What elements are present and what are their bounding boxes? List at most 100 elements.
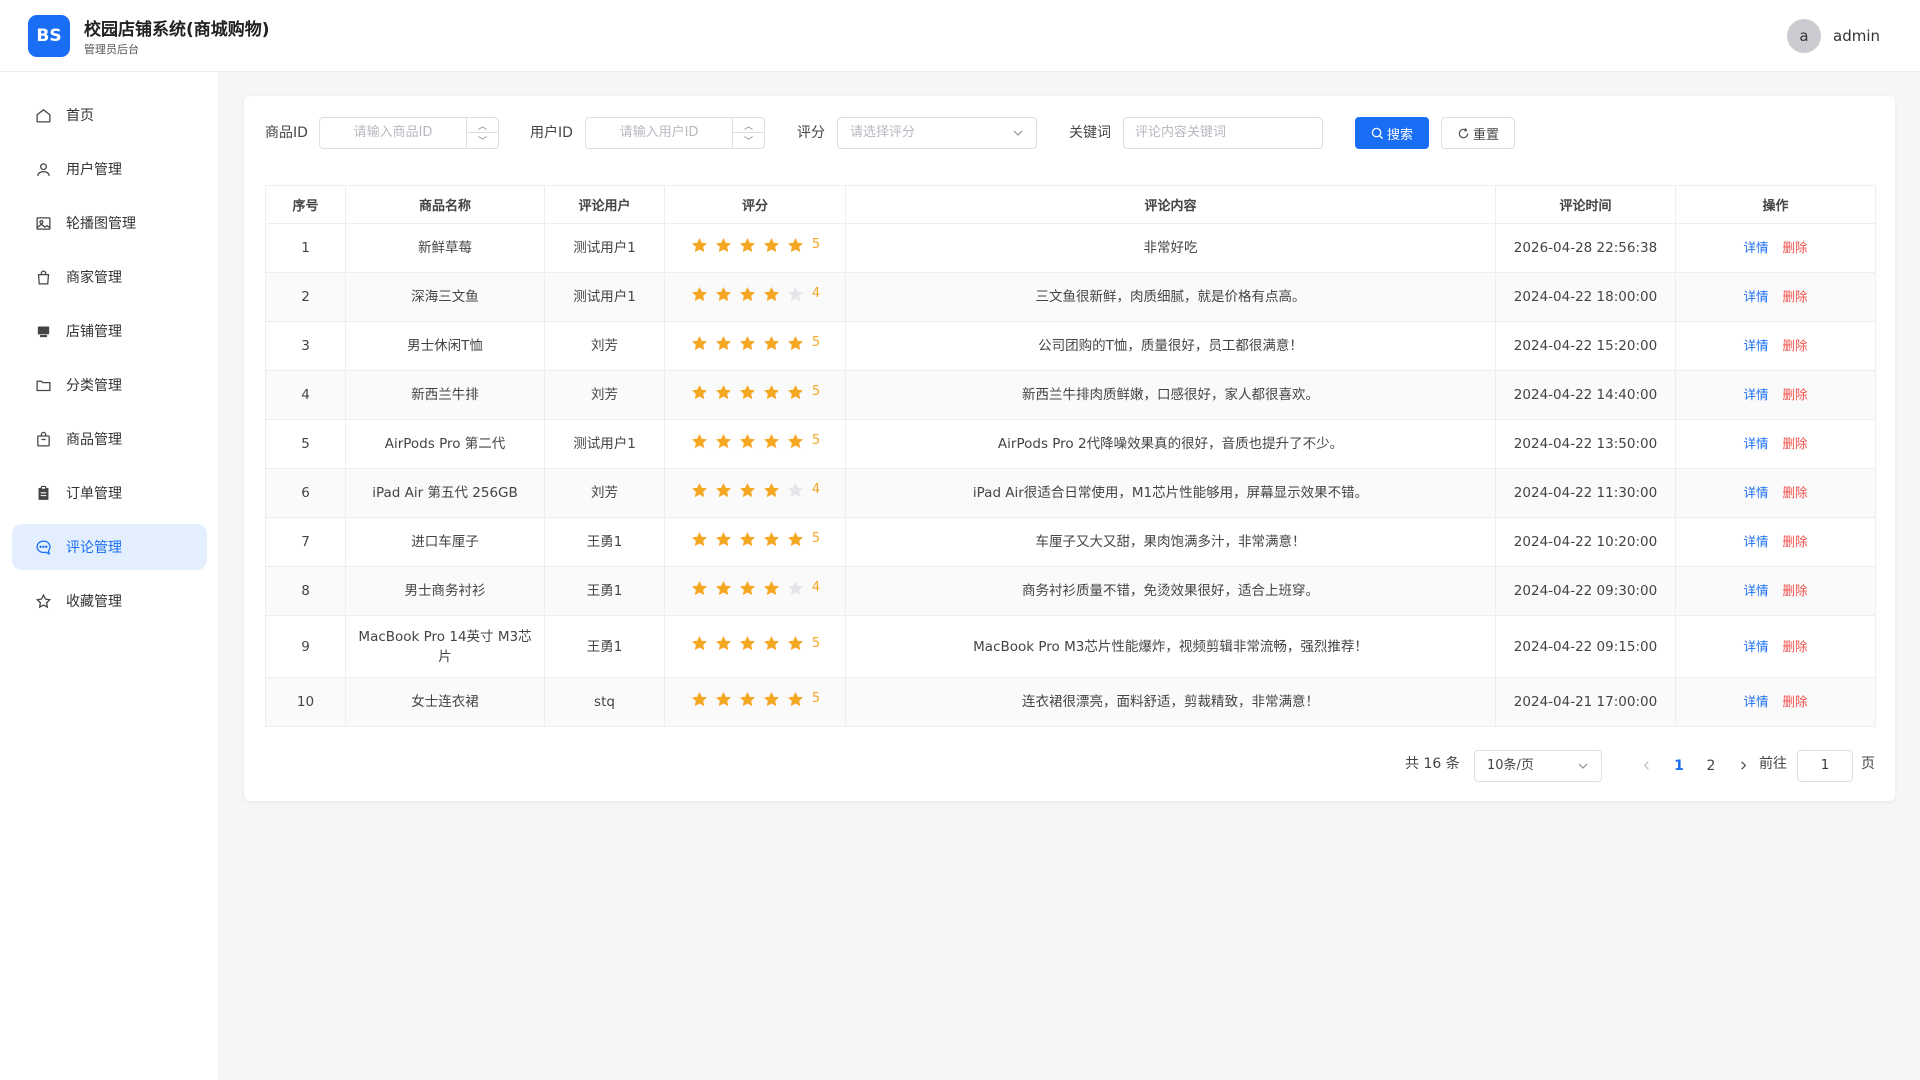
cell-time: 2024-04-22 15:20:00	[1495, 321, 1676, 371]
reset-button[interactable]: 重置	[1441, 117, 1515, 149]
column-header: 评论时间	[1495, 185, 1676, 224]
star-icon	[715, 433, 731, 448]
goto-page-input[interactable]: 1	[1797, 750, 1853, 782]
star-icon	[763, 286, 779, 301]
detail-link[interactable]: 详情	[1743, 436, 1768, 451]
goto-label: 前往	[1759, 756, 1787, 772]
product-id-input[interactable]: 请输入商品ID ︿ ﹀	[319, 117, 499, 149]
user-id-stepper[interactable]: ︿ ﹀	[732, 118, 764, 148]
cell-actions: 详情 删除	[1675, 517, 1876, 567]
sidebar-item-stores[interactable]: 店铺管理	[12, 308, 207, 354]
rating-stars: 4	[690, 578, 820, 598]
cell-user: 测试用户1	[544, 223, 665, 273]
detail-link[interactable]: 详情	[1743, 583, 1768, 598]
star-icon	[787, 691, 803, 706]
chevron-down-icon	[1578, 763, 1588, 769]
delete-link[interactable]: 删除	[1783, 289, 1808, 304]
user-id-input[interactable]: 请输入用户ID ︿ ﹀	[585, 117, 765, 149]
sidebar-item-orders[interactable]: 订单管理	[12, 470, 207, 516]
detail-link[interactable]: 详情	[1743, 289, 1768, 304]
delete-link[interactable]: 删除	[1783, 583, 1808, 598]
star-icon	[763, 384, 779, 399]
goods-icon	[34, 430, 52, 448]
rating-stars: 5	[690, 634, 820, 654]
star-icon	[715, 636, 731, 651]
delete-link[interactable]: 删除	[1783, 639, 1808, 654]
delete-link[interactable]: 删除	[1783, 387, 1808, 402]
user-menu[interactable]: a admin	[1787, 19, 1880, 53]
sidebar-item-label: 分类管理	[66, 378, 122, 394]
avatar[interactable]: a	[1787, 19, 1821, 53]
star-icon	[787, 482, 803, 497]
sidebar-item-home[interactable]: 首页	[12, 92, 207, 138]
comments-table: 序号 商品名称 评论用户 评分 评论内容 评论时间 操作 1 新鲜草莓 测试用户1 5…	[265, 185, 1876, 727]
chevron-up-icon[interactable]: ︿	[733, 118, 764, 133]
chevron-down-icon[interactable]: ﹀	[733, 133, 764, 148]
table-row: 9 MacBook Pro 14英寸 M3芯片 王勇1 5 MacBook Pro M3…	[265, 615, 1876, 678]
sidebar-item-favorites[interactable]: 收藏管理	[12, 578, 207, 624]
rating-score: 4	[811, 482, 821, 498]
star-icon	[763, 531, 779, 546]
cell-time: 2024-04-22 09:15:00	[1495, 615, 1676, 678]
sidebar-item-categories[interactable]: 分类管理	[12, 362, 207, 408]
delete-link[interactable]: 删除	[1783, 485, 1808, 500]
sidebar-item-merchants[interactable]: 商家管理	[12, 254, 207, 300]
star-icon	[715, 237, 731, 252]
page-button-1[interactable]: 1	[1664, 750, 1694, 782]
chevron-right-icon	[1740, 761, 1746, 770]
product-id-stepper[interactable]: ︿ ﹀	[466, 118, 498, 148]
prev-page-button[interactable]	[1631, 750, 1661, 782]
shopping-bag-icon	[34, 268, 52, 286]
sidebar-item-comments[interactable]: 评论管理	[12, 524, 207, 570]
cell-content: iPad Air很适合日常使用，M1芯片性能够用，屏幕显示效果不错。	[845, 468, 1496, 518]
sidebar-item-users[interactable]: 用户管理	[12, 146, 207, 192]
star-icon	[763, 636, 779, 651]
delete-link[interactable]: 删除	[1783, 240, 1808, 255]
rating-stars: 5	[690, 529, 820, 549]
delete-link[interactable]: 删除	[1783, 436, 1808, 451]
comment-icon	[34, 538, 52, 556]
cell-user: 王勇1	[544, 566, 665, 616]
detail-link[interactable]: 详情	[1743, 338, 1768, 353]
image-icon	[34, 214, 52, 232]
table-row: 8 男士商务衬衫 王勇1 4 商务衬衫质量不错，免烫效果很好，适合上班穿。 2024-04…	[265, 566, 1876, 616]
detail-link[interactable]: 详情	[1743, 639, 1768, 654]
delete-link[interactable]: 删除	[1783, 338, 1808, 353]
sidebar-item-label: 轮播图管理	[66, 216, 136, 232]
username[interactable]: admin	[1833, 27, 1880, 45]
page-suffix: 页	[1861, 756, 1875, 772]
cell-actions: 详情 删除	[1675, 566, 1876, 616]
cell-actions: 详情 删除	[1675, 419, 1876, 469]
star-icon	[787, 286, 803, 301]
keyword-input[interactable]: 评论内容关键词	[1123, 117, 1323, 149]
page-size-select[interactable]: 10条/页	[1474, 750, 1602, 782]
detail-link[interactable]: 详情	[1743, 240, 1768, 255]
rating-score: 5	[811, 335, 821, 351]
chevron-down-icon[interactable]: ﹀	[467, 133, 498, 148]
chevron-up-icon[interactable]: ︿	[467, 118, 498, 133]
detail-link[interactable]: 详情	[1743, 387, 1768, 402]
sidebar-item-carousel[interactable]: 轮播图管理	[12, 200, 207, 246]
rating-select[interactable]: 请选择评分	[837, 117, 1037, 149]
star-icon	[787, 335, 803, 350]
store-icon	[34, 322, 52, 340]
chevron-down-icon	[1013, 130, 1023, 136]
table-row: 6 iPad Air 第五代 256GB 刘芳 4 iPad Air很适合日常使用，M1…	[265, 468, 1876, 518]
cell-time: 2024-04-22 14:40:00	[1495, 370, 1676, 420]
delete-link[interactable]: 删除	[1783, 694, 1808, 709]
rating-score: 5	[811, 635, 821, 651]
cell-user: 刘芳	[544, 468, 665, 518]
cell-actions: 详情 删除	[1675, 321, 1876, 371]
page-button-2[interactable]: 2	[1696, 750, 1726, 782]
sidebar-item-goods[interactable]: 商品管理	[12, 416, 207, 462]
next-page-button[interactable]	[1728, 750, 1758, 782]
sidebar-item-label: 店铺管理	[66, 324, 122, 340]
detail-link[interactable]: 详情	[1743, 694, 1768, 709]
delete-link[interactable]: 删除	[1783, 534, 1808, 549]
star-icon	[739, 335, 755, 350]
search-button[interactable]: 搜索	[1355, 117, 1429, 149]
user-id-label: 用户ID	[530, 125, 573, 141]
rating-stars: 4	[690, 480, 820, 500]
detail-link[interactable]: 详情	[1743, 485, 1768, 500]
detail-link[interactable]: 详情	[1743, 534, 1768, 549]
